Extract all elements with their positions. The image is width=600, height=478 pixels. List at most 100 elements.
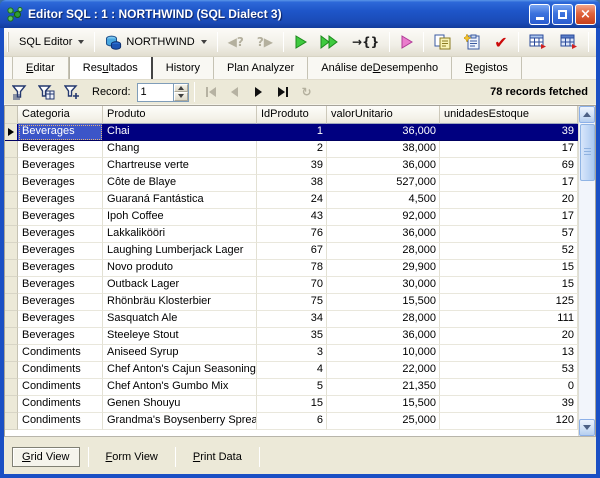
add-filter-button[interactable] [60,82,84,103]
table-row[interactable]: Beverages Chartreuse verte 39 36,000 69 [5,158,578,175]
grid-cell[interactable]: Beverages [18,141,103,158]
validate-button[interactable]: ✔ [488,31,513,53]
grid-cell[interactable]: Steeleye Stout [103,328,257,345]
scroll-down-button[interactable] [579,419,595,436]
row-indicator[interactable] [5,158,18,175]
record-spinbox[interactable]: 1 [136,82,189,102]
grid-cell[interactable]: Chartreuse verte [103,158,257,175]
table-row[interactable]: Beverages Chang 2 38,000 17 [5,141,578,158]
record-spin-down-button[interactable] [173,92,188,101]
row-indicator[interactable] [5,396,18,413]
grid-cell[interactable]: Beverages [18,124,103,141]
tab-history[interactable]: History [153,57,215,79]
grid-cell[interactable]: 4 [257,362,327,379]
title-bar[interactable]: Editor SQL : 1 : NORTHWIND (SQL Dialect … [0,0,600,28]
tab-form-view[interactable]: Form View [97,448,167,466]
grid-cell[interactable]: 15,500 [327,396,440,413]
grid-cell[interactable]: Beverages [18,175,103,192]
grid-cell[interactable]: 1 [257,124,327,141]
grid-cell[interactable]: Beverages [18,328,103,345]
tab-print-data[interactable]: Print Data [184,448,251,466]
next-query-button[interactable]: ?▶ [251,31,279,53]
grid-cell[interactable]: 28,000 [327,311,440,328]
grid-cell[interactable]: 28,000 [327,243,440,260]
database-select-button[interactable]: NORTHWIND [99,31,212,53]
row-indicator[interactable] [5,328,18,345]
grid-cell[interactable]: 36,000 [327,124,440,141]
grid-cell[interactable]: 39 [440,124,578,141]
table-row[interactable]: Beverages Côte de Blaye 38 527,000 17 [5,175,578,192]
grid-cell[interactable]: 5 [257,379,327,396]
grid-cell[interactable]: 39 [440,396,578,413]
execute-script-button[interactable] [314,31,345,53]
next-record-button[interactable] [248,82,270,102]
filter-button[interactable] [8,82,32,103]
grid-cell[interactable]: Outback Lager [103,277,257,294]
first-record-button[interactable] [200,82,222,102]
table-row[interactable]: Condiments Grandma's Boysenberry Spread 6 2… [5,413,578,430]
refresh-button[interactable]: ↻ [296,82,318,102]
grid-cell[interactable]: 15 [440,260,578,277]
grid-cell[interactable]: Côte de Blaye [103,175,257,192]
previous-query-button[interactable]: ◀? [222,31,250,53]
grid-cell[interactable]: 36,000 [327,226,440,243]
grid-cell[interactable]: Condiments [18,379,103,396]
grid-cell[interactable]: 29,900 [327,260,440,277]
grid-cell[interactable]: Chai [103,124,257,141]
grid-cell[interactable]: 17 [440,141,578,158]
grid-cell[interactable]: 92,000 [327,209,440,226]
grid-cell[interactable]: Genen Shouyu [103,396,257,413]
grid-cell[interactable]: Rhönbräu Klosterbier [103,294,257,311]
grid-cell[interactable]: Beverages [18,158,103,175]
scrollbar-track[interactable] [579,123,595,419]
toolbar-grip[interactable] [7,32,9,52]
column-header[interactable]: unidadesEstoque [440,106,578,124]
row-indicator[interactable] [5,379,18,396]
grid-cell[interactable]: Beverages [18,209,103,226]
grid-cell[interactable]: 120 [440,413,578,430]
grid-cell[interactable]: 70 [257,277,327,294]
column-header[interactable]: Categoria [18,106,103,124]
grid-cell[interactable]: Beverages [18,277,103,294]
record-spin-up-button[interactable] [173,83,188,92]
row-indicator[interactable] [5,243,18,260]
execute-button[interactable] [288,31,313,53]
table-row[interactable]: Beverages Laughing Lumberjack Lager 67 28,0… [5,243,578,260]
row-indicator[interactable] [5,124,18,141]
tab-analise-de-desempenho[interactable]: Análise de Desempenho [308,57,453,79]
row-indicator[interactable] [5,294,18,311]
grid-cell[interactable]: Chang [103,141,257,158]
grid-cell[interactable]: Lakkalikööri [103,226,257,243]
row-indicator[interactable] [5,260,18,277]
row-indicator[interactable] [5,226,18,243]
grid-cell[interactable]: 76 [257,226,327,243]
tab-editar[interactable]: Editar [12,57,69,79]
row-indicator[interactable] [5,311,18,328]
grid-cell[interactable]: 35 [257,328,327,345]
grid-cell[interactable]: 20 [440,328,578,345]
table-row[interactable]: Beverages Lakkalikööri 76 36,000 57 [5,226,578,243]
new-query-button[interactable] [458,31,487,53]
grid-cell[interactable]: Beverages [18,311,103,328]
tab-resultados[interactable]: Res u ltados [68,57,153,79]
grid-cell[interactable]: 38 [257,175,327,192]
grid-cell[interactable]: 6 [257,413,327,430]
grid-cell[interactable]: 2 [257,141,327,158]
grid-cell[interactable]: 3 [257,345,327,362]
grid-cell[interactable]: 15 [440,277,578,294]
record-value[interactable]: 1 [138,84,173,101]
grid-cell[interactable]: 52 [440,243,578,260]
grid-cell[interactable]: 36,000 [327,158,440,175]
grid-cell[interactable]: 57 [440,226,578,243]
grid-cell[interactable]: 75 [257,294,327,311]
column-header[interactable]: valorUnitario [327,106,440,124]
copy-results-button[interactable] [428,31,457,53]
grid-cell[interactable]: 17 [440,175,578,192]
grid-cell[interactable]: 17 [440,209,578,226]
grid-cell[interactable]: Laughing Lumberjack Lager [103,243,257,260]
close-button[interactable]: × [575,3,596,25]
column-header[interactable]: IdProduto [257,106,327,124]
table-row[interactable]: Beverages Outback Lager 70 30,000 15 [5,277,578,294]
maximize-button[interactable] [552,3,573,25]
row-indicator[interactable] [5,345,18,362]
